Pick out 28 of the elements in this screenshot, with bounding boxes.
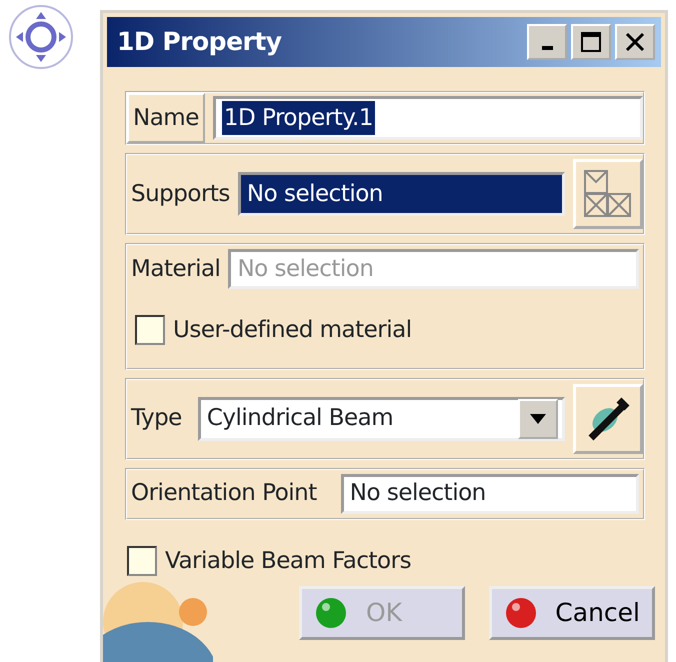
maximize-button[interactable] (571, 24, 611, 60)
field-label: Orientation Point (131, 479, 317, 508)
supports-field[interactable]: No selection (238, 172, 565, 216)
checkbox[interactable] (127, 546, 157, 576)
minimize-icon (542, 46, 552, 50)
close-button[interactable] (615, 24, 655, 60)
close-icon (624, 31, 646, 53)
status-ball-icon (504, 596, 538, 630)
field-label: Material (131, 254, 220, 284)
maximize-icon (580, 31, 602, 53)
window-title: 1D Property (117, 26, 283, 58)
field-label: Supports (131, 180, 230, 209)
checkbox-label: Variable Beam Factors (165, 546, 412, 576)
orientation-point-field[interactable]: No selection (340, 474, 639, 514)
beam-tool-button[interactable] (573, 384, 643, 454)
name-field[interactable]: 1D Property.1 (212, 96, 643, 140)
material-field: No selection (228, 249, 639, 289)
type-dropdown[interactable]: Cylindrical Beam (198, 396, 565, 440)
cancel-button[interactable]: Cancel (489, 586, 655, 640)
status-ball-icon (314, 596, 348, 630)
checkbox-label: User-defined material (173, 316, 412, 345)
selection-list-button[interactable] (573, 159, 643, 229)
selection-grid-icon (583, 169, 633, 219)
minimize-button[interactable] (527, 24, 567, 60)
move-compass-icon[interactable] (8, 4, 74, 70)
dropdown-value: Cylindrical Beam (206, 404, 394, 434)
field-label: Name (127, 93, 205, 143)
field-label: Type (131, 404, 182, 434)
